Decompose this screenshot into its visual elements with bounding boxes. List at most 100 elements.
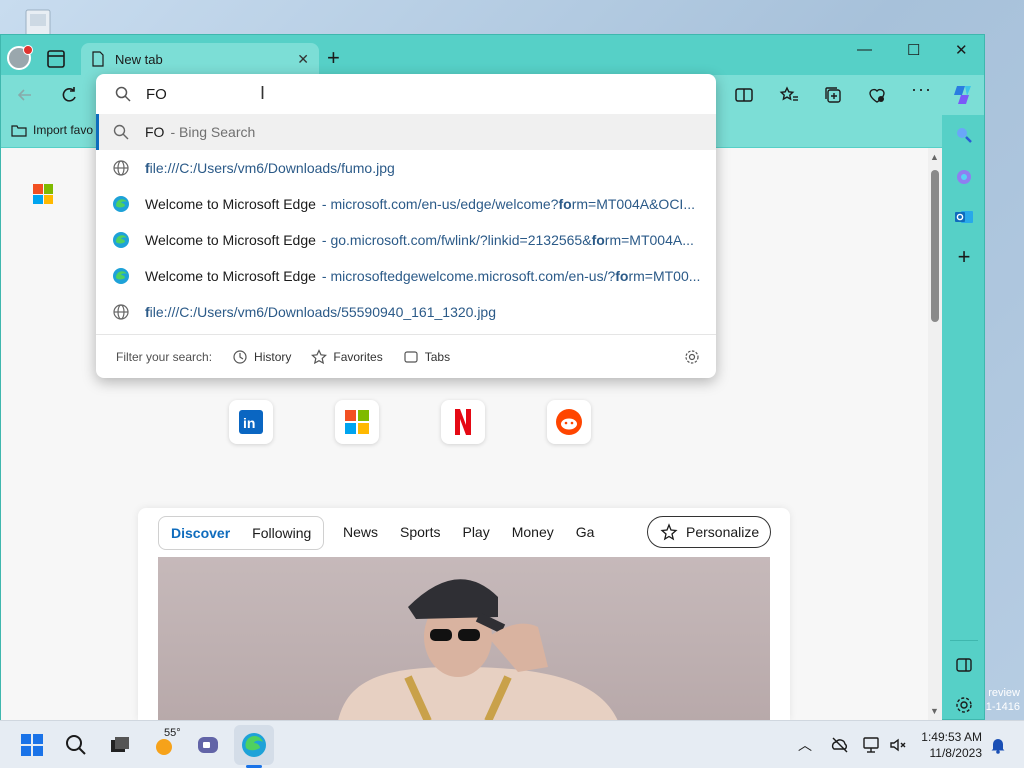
tools-icon[interactable]	[954, 167, 974, 187]
hero-photo	[338, 579, 618, 721]
content-feed: Discover Following News Sports Play Mone…	[138, 508, 790, 721]
category-sports[interactable]: Sports	[400, 524, 440, 540]
teams-chat-icon[interactable]	[196, 733, 220, 757]
category-play[interactable]: Play	[462, 524, 489, 540]
suggestion-edge-welcome-3[interactable]: Welcome to Microsoft Edge - microsoftedg…	[96, 258, 716, 294]
category-money[interactable]: Money	[512, 524, 554, 540]
filter-history-button[interactable]: History	[232, 349, 291, 365]
search-icon[interactable]	[64, 733, 88, 757]
tab-bar: New tab ✕ + — ☐ ✕	[1, 35, 984, 75]
microsoft-logo-icon	[33, 184, 53, 204]
add-sidebar-app-icon[interactable]: +	[954, 246, 974, 268]
task-view-icon[interactable]	[108, 733, 132, 757]
feed-categories: News Sports Play Money Ga	[343, 524, 594, 540]
filter-bar: Filter your search: History Favorites Ta…	[96, 334, 716, 378]
tab-close-icon[interactable]: ✕	[297, 51, 309, 68]
edge-icon[interactable]	[241, 732, 267, 758]
weather-widget[interactable]: 55°	[152, 727, 182, 757]
edge-sidebar: +	[944, 115, 984, 721]
watermark-line2: 1-1416	[985, 701, 1020, 713]
tab-discover[interactable]: Discover	[171, 525, 230, 541]
category-games[interactable]: Ga	[576, 524, 595, 540]
suggestion-bing-search[interactable]: FO - Bing Search	[96, 114, 716, 150]
import-favorites-label: Import favo	[33, 123, 94, 137]
split-screen-icon[interactable]	[734, 85, 754, 105]
star-icon	[311, 348, 328, 364]
edge-icon	[113, 196, 129, 212]
svg-text:in: in	[243, 415, 255, 431]
browser-essentials-icon[interactable]	[867, 85, 887, 105]
maximize-button[interactable]: ☐	[907, 41, 920, 59]
close-window-button[interactable]: ✕	[955, 41, 968, 59]
page-icon	[92, 51, 104, 67]
suggestion-query: FO	[145, 124, 165, 140]
reddit-quicklink[interactable]	[547, 400, 591, 444]
suggestion-edge-welcome-2[interactable]: Welcome to Microsoft Edge - go.microsoft…	[96, 222, 716, 258]
gear-icon[interactable]	[684, 349, 700, 365]
chevron-up-icon[interactable]: ︿	[798, 735, 818, 755]
address-bar: I	[96, 74, 716, 114]
suggestion-url: - microsoft.com/en-us/edge/welcome?form=…	[322, 196, 695, 212]
tab-following[interactable]: Following	[252, 525, 311, 541]
tab-title: New tab	[115, 51, 163, 67]
new-tab-button[interactable]: +	[327, 47, 340, 69]
url-prefix: - microsoft.com/en-us/edge/welcome?	[321, 196, 559, 212]
sidebar-divider	[950, 640, 978, 641]
start-windows-icon[interactable]	[20, 733, 44, 757]
scroll-up-icon[interactable]: ▲	[930, 152, 939, 162]
suggestion-edge-welcome-1[interactable]: Welcome to Microsoft Edge - microsoft.co…	[96, 186, 716, 222]
suggestion-source: - Bing Search	[170, 124, 256, 140]
edge-icon	[113, 268, 129, 284]
outlook-icon[interactable]	[954, 207, 974, 227]
collections-icon[interactable]	[823, 85, 843, 105]
clock-date: 11/8/2023	[929, 746, 983, 760]
onedrive-offline-icon[interactable]	[830, 735, 850, 755]
volume-muted-icon[interactable]	[888, 735, 908, 755]
sparkle-star-icon	[660, 523, 678, 541]
refresh-icon[interactable]	[59, 85, 79, 105]
address-input[interactable]	[146, 85, 446, 103]
tab-actions-icon[interactable]	[45, 48, 67, 70]
linkedin-quicklink[interactable]: in	[229, 400, 273, 444]
microsoft-store-icon	[345, 410, 369, 434]
filter-tabs-button[interactable]: Tabs	[403, 349, 450, 365]
search-icon[interactable]	[954, 125, 974, 145]
microsoft-quicklink[interactable]	[335, 400, 379, 444]
category-news[interactable]: News	[343, 524, 378, 540]
settings-more-icon[interactable]: ···	[911, 79, 931, 99]
watermark-line1: review	[988, 687, 1020, 699]
copilot-icon[interactable]	[951, 83, 975, 107]
import-favorites-button[interactable]: Import favo	[11, 123, 93, 137]
minimize-button[interactable]: —	[857, 41, 872, 58]
notification-bell-icon[interactable]	[988, 735, 1008, 755]
personalize-button[interactable]: Personalize	[647, 516, 771, 548]
url-match: fo	[558, 196, 572, 212]
profile-avatar-icon[interactable]	[7, 45, 33, 70]
sidebar-settings-icon[interactable]	[954, 695, 974, 715]
url-suffix: rm=MT004A&OCI...	[571, 196, 695, 212]
suggestion-file-fumo[interactable]: f ile:///C:/Users/vm6/Downloads/fumo.jpg	[96, 150, 716, 186]
tab-new-tab[interactable]: New tab ✕	[81, 43, 319, 75]
favorites-icon[interactable]	[779, 85, 799, 105]
search-icon	[115, 86, 131, 102]
hide-sidebar-icon[interactable]	[954, 655, 974, 675]
scroll-down-icon[interactable]: ▼	[930, 706, 939, 716]
suggestion-file-jpg[interactable]: f ile:///C:/Users/vm6/Downloads/55590940_…	[96, 294, 716, 330]
suggestion-url: - microsoftedgewelcome.microsoft.com/en-…	[322, 268, 701, 284]
quick-links: in	[229, 400, 591, 444]
netflix-quicklink[interactable]	[441, 400, 485, 444]
filter-tabs-label: Tabs	[424, 349, 451, 364]
back-arrow-icon[interactable]	[15, 85, 35, 105]
suggestion-url: ile:///C:/Users/vm6/Downloads/fumo.jpg	[149, 160, 395, 176]
filter-label: Filter your search:	[116, 349, 213, 364]
hero-image[interactable]	[158, 557, 770, 721]
filter-favorites-button[interactable]: Favorites	[311, 348, 383, 365]
network-icon[interactable]	[862, 735, 882, 755]
tabs-icon	[404, 350, 418, 363]
import-icon	[11, 125, 27, 137]
system-clock[interactable]: 1:49:53 AM 11/8/2023	[918, 729, 982, 761]
page-scrollbar[interactable]: ▲ ▼	[928, 148, 942, 721]
globe-icon	[113, 160, 129, 176]
scroll-thumb[interactable]	[931, 170, 939, 322]
search-icon	[113, 124, 129, 140]
